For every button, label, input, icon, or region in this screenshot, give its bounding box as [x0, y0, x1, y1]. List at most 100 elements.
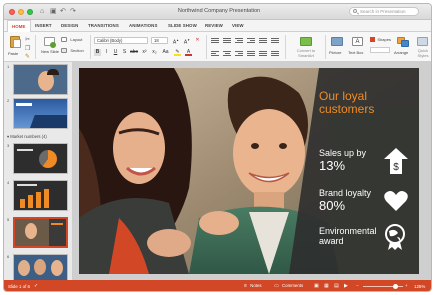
slide-thumbnail-5[interactable] [13, 217, 68, 248]
layout-icon [61, 37, 67, 43]
align-right-icon[interactable] [235, 50, 243, 56]
zoom-slider-handle[interactable] [393, 284, 398, 289]
reading-view-icon[interactable]: ▤ [334, 283, 339, 289]
new-slide-label: New Slide [40, 49, 59, 54]
tab-review[interactable]: REVIEW [205, 23, 223, 28]
stat-label[interactable]: Brand loyalty [319, 188, 371, 198]
stat-label[interactable]: Sales up by [319, 148, 366, 158]
slide-thumbnail-3[interactable] [13, 143, 68, 174]
heart-icon [384, 191, 408, 211]
stat-value[interactable]: 13% [319, 159, 345, 173]
shapes-gallery[interactable] [370, 47, 390, 53]
copy-icon[interactable]: ❐ [25, 45, 30, 52]
picture-button[interactable]: Picture [328, 35, 346, 61]
clear-format-icon[interactable]: ✕ [194, 37, 201, 44]
align-center-icon[interactable] [223, 50, 231, 56]
decrease-font-icon[interactable]: A▼ [182, 37, 192, 46]
home-icon[interactable]: ⌂ [40, 8, 44, 16]
slide-thumbnail-4[interactable] [13, 180, 68, 211]
save-icon[interactable]: ▣ [50, 8, 57, 16]
shapes-button[interactable]: Shapes [370, 37, 391, 43]
shadow-button[interactable]: S [121, 49, 128, 56]
notes-button[interactable]: ≡ Notes [244, 283, 262, 289]
zoom-out-icon[interactable]: − [356, 283, 359, 288]
font-size-value: 18 [154, 38, 159, 43]
comments-button[interactable]: ▭ Comments [274, 283, 303, 289]
thumbnail-face [34, 259, 46, 275]
slides-pane[interactable]: 1 2 ▾ Market numbers (4) 3 4 5 6 [4, 62, 73, 280]
slide-thumbnail-6[interactable] [13, 254, 68, 280]
increase-font-icon[interactable]: A▲ [171, 37, 181, 46]
add-icon [50, 42, 56, 48]
format-painter-icon[interactable]: ✎ [25, 53, 30, 60]
stat-label[interactable]: Environmental award [319, 226, 389, 246]
columns-icon[interactable] [271, 37, 279, 43]
decrease-indent-icon[interactable] [235, 37, 243, 43]
tab-animations[interactable]: ANIMATIONS [129, 23, 157, 28]
zoom-in-icon[interactable]: + [405, 283, 408, 288]
thumbnail-bar [20, 199, 25, 208]
layout-button[interactable]: Layout [61, 37, 82, 43]
notes-label: Notes [250, 283, 262, 288]
slide-sorter-icon[interactable]: ▦ [324, 283, 329, 289]
slideshow-icon[interactable]: ▶ [344, 283, 348, 289]
spellcheck-icon[interactable]: ✓ [34, 283, 38, 289]
slide-thumbnail-2[interactable] [13, 98, 68, 129]
tab-insert[interactable]: INSERT [35, 23, 52, 28]
font-color-icon[interactable]: Aa [162, 49, 169, 56]
tab-home[interactable]: HOME [7, 20, 31, 32]
thumbnail-title-bar [51, 223, 63, 225]
undo-icon[interactable]: ↶ [60, 8, 66, 16]
search-input[interactable]: Search in Presentation [349, 7, 419, 16]
justify-icon[interactable] [247, 50, 255, 56]
highlight-icon[interactable]: ✎ [174, 49, 181, 56]
paste-button[interactable]: Paste [7, 35, 23, 61]
align-left-icon[interactable] [211, 50, 219, 56]
font-size-select[interactable]: 18 [151, 37, 168, 44]
dollar-arrow-icon: $ [384, 148, 408, 174]
slide-number: 6 [7, 254, 10, 259]
section-label[interactable]: ▾ Market numbers (4) [7, 134, 47, 139]
maximize-window-button[interactable] [27, 9, 33, 15]
search-icon [353, 9, 357, 13]
section-label-text: Market numbers (4) [10, 134, 47, 139]
normal-view-icon[interactable]: ▣ [314, 283, 319, 289]
slide-thumbnail-1[interactable] [13, 64, 68, 95]
italic-button[interactable]: I [103, 49, 110, 56]
tab-slide-show[interactable]: SLIDE SHOW [168, 23, 197, 28]
app-window: ⌂ ▣ ↶ ↷ Northwind Company Presentation S… [3, 3, 432, 292]
text-color-icon[interactable]: A [185, 49, 192, 56]
increase-indent-icon[interactable] [247, 37, 255, 43]
section-button[interactable]: Section [61, 48, 84, 54]
close-window-button[interactable] [9, 9, 15, 15]
align-text-icon[interactable] [271, 50, 279, 56]
redo-icon[interactable]: ↷ [70, 8, 76, 16]
tab-design[interactable]: DESIGN [61, 23, 78, 28]
stat-value[interactable]: 80% [319, 199, 345, 213]
thumbnail-hair [47, 69, 59, 75]
ribbon: Paste ✂ ❐ ✎ New Slide Layout Section Cal… [4, 32, 431, 62]
underline-button[interactable]: U [112, 49, 119, 56]
convert-smartart-button[interactable]: Convert to SmartArt [289, 35, 323, 61]
text-box-button[interactable]: A Text Box [348, 35, 368, 61]
text-direction-icon[interactable] [259, 50, 267, 56]
strikethrough-button[interactable]: abc [130, 49, 138, 56]
tab-view[interactable]: VIEW [232, 23, 244, 28]
line-spacing-icon[interactable] [259, 37, 267, 43]
current-slide[interactable]: Our loyal customers Sales up by 13% $ Br… [79, 68, 419, 274]
text-box-label: Text Box [348, 50, 364, 55]
bold-button[interactable]: B [94, 49, 101, 56]
slide-title[interactable]: Our loyal customers [319, 90, 414, 116]
superscript-button[interactable]: x² [141, 49, 148, 56]
subscript-button[interactable]: x₂ [151, 49, 158, 56]
arrange-button[interactable]: Arrange [394, 35, 412, 61]
minimize-window-button[interactable] [18, 9, 24, 15]
new-slide-button[interactable]: New Slide [39, 35, 59, 61]
bullets-icon[interactable] [211, 37, 219, 43]
cut-icon[interactable]: ✂ [25, 36, 30, 43]
quick-styles-icon [417, 37, 428, 46]
tab-transitions[interactable]: TRANSITIONS [88, 23, 119, 28]
numbering-icon[interactable] [223, 37, 231, 43]
quick-styles-button[interactable]: Quick Styles [414, 35, 431, 61]
font-name-select[interactable]: Calibri (Body) [94, 37, 148, 44]
